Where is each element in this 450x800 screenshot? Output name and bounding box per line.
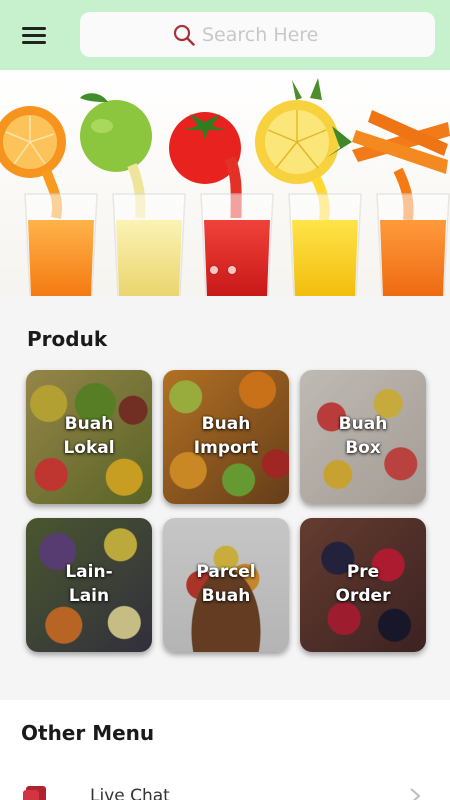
product-tile-buah-box[interactable]: Buah Box — [300, 370, 426, 504]
menu-item-live-chat[interactable]: Live Chat — [0, 780, 450, 800]
produk-title: Produk — [27, 327, 108, 351]
product-tile-parcel-buah[interactable]: Parcel Buah — [163, 518, 289, 652]
chat-icon — [23, 786, 46, 800]
menu-icon[interactable] — [22, 25, 48, 45]
menu-item-label: Live Chat — [90, 786, 170, 800]
carousel-indicators — [210, 266, 236, 274]
other-menu-title: Other Menu — [21, 721, 155, 745]
chevron-right-icon — [410, 788, 421, 800]
product-tile-buah-import[interactable]: Buah Import — [163, 370, 289, 504]
product-tile-lain-lain[interactable]: Lain- Lain — [26, 518, 152, 652]
tile-label: Buah Import — [193, 414, 259, 458]
other-menu-section: Other Menu Live Chat — [0, 700, 450, 800]
tile-label: Buah Lokal — [63, 414, 115, 458]
search-input[interactable] — [202, 20, 412, 50]
tile-label: Buah Box — [338, 414, 388, 458]
product-tile-pre-order[interactable]: Pre Order — [300, 518, 426, 652]
product-tile-buah-lokal[interactable]: Buah Lokal — [26, 370, 152, 504]
tile-label: Pre Order — [335, 562, 391, 606]
juice-banner-image — [0, 78, 450, 296]
carousel-dot[interactable] — [228, 266, 236, 274]
search-icon — [173, 24, 195, 46]
produk-section: Produk Buah Lokal Buah Import Buah Box L… — [0, 296, 450, 700]
banner-carousel[interactable] — [0, 70, 450, 296]
tile-label: Lain- Lain — [65, 562, 113, 606]
app-header — [0, 0, 450, 70]
carousel-dot[interactable] — [210, 266, 218, 274]
tile-label: Parcel Buah — [196, 562, 256, 606]
